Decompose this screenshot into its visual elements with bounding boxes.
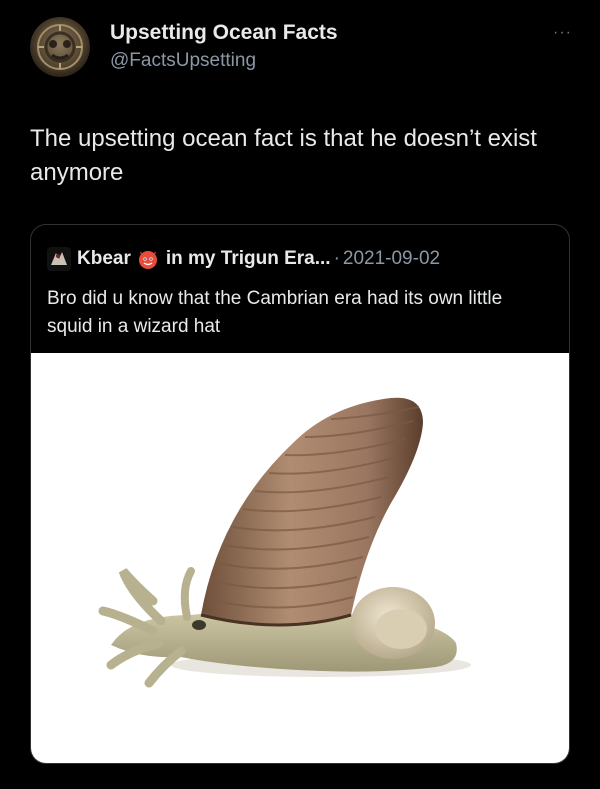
medallion-avatar-icon bbox=[30, 17, 90, 77]
quote-author-name[interactable]: Kbear bbox=[77, 248, 131, 270]
devil-emoji-icon bbox=[137, 248, 159, 270]
profile-avatar[interactable] bbox=[30, 17, 90, 77]
more-options-icon[interactable]: ··· bbox=[553, 24, 572, 42]
author-block: Upsetting Ocean Facts @FactsUpsetting bbox=[110, 20, 338, 74]
quote-date[interactable]: 2021-09-02 bbox=[343, 248, 440, 270]
tweet-card: Upsetting Ocean Facts @FactsUpsetting ··… bbox=[0, 0, 600, 789]
quote-avatar-icon[interactable] bbox=[47, 247, 71, 271]
quote-author-name-suffix[interactable]: in my Trigun Era... bbox=[166, 248, 331, 270]
header-separator: · bbox=[333, 248, 340, 269]
display-name[interactable]: Upsetting Ocean Facts bbox=[110, 20, 338, 46]
wizard-hat-squid-illustration bbox=[98, 397, 471, 688]
tweet-text: The upsetting ocean fact is that he does… bbox=[30, 125, 537, 186]
quote-media-image[interactable] bbox=[31, 353, 569, 763]
quoted-tweet[interactable]: Kbear in my Trigun Era... · 2021-09-02 B… bbox=[30, 224, 570, 764]
quote-text: Bro did u know that the Cambrian era had… bbox=[47, 288, 503, 337]
quote-header: Kbear in my Trigun Era... · 2021-09-02 bbox=[47, 247, 440, 271]
user-handle[interactable]: @FactsUpsetting bbox=[110, 48, 338, 74]
